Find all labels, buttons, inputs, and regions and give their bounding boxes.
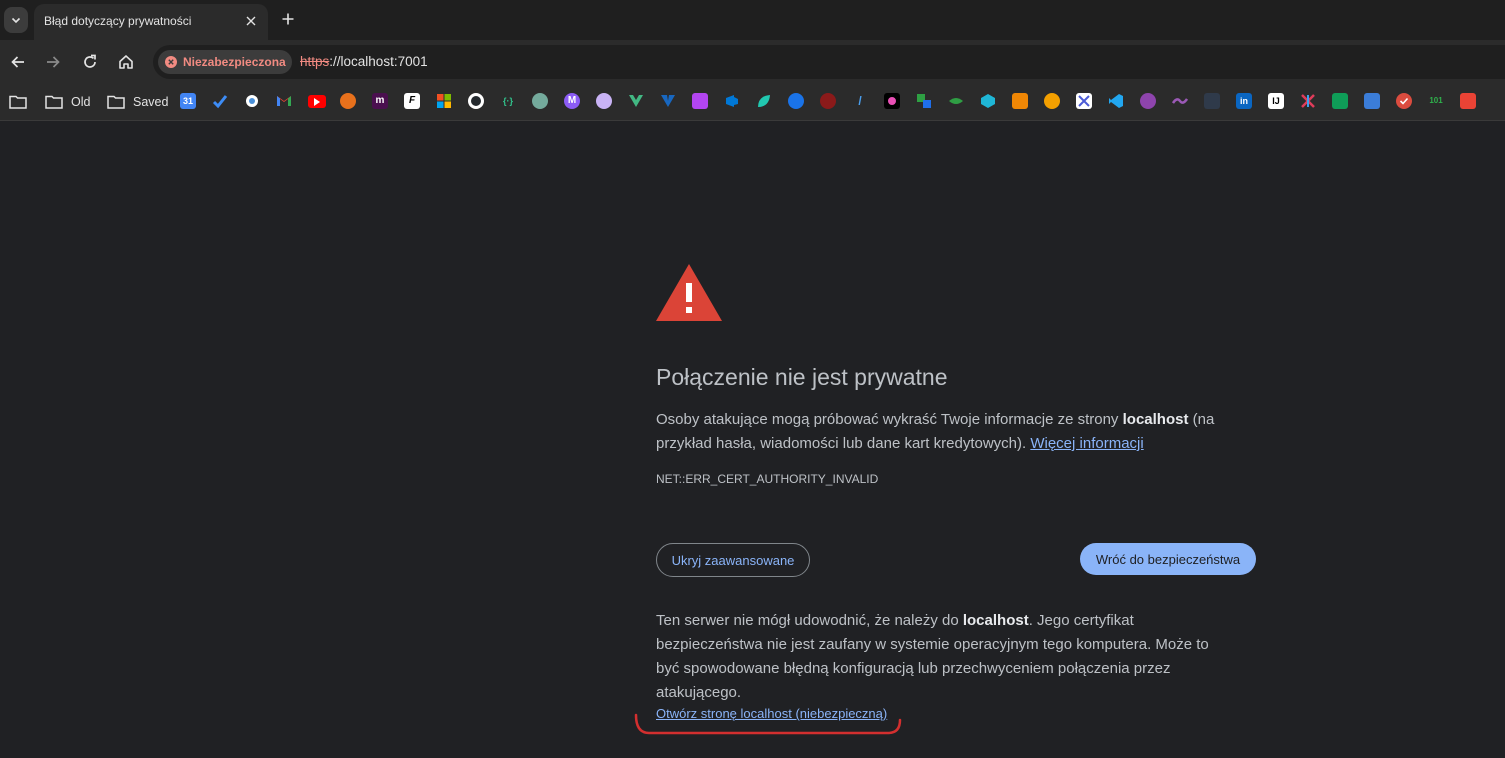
circle-app-icon[interactable]	[244, 93, 260, 109]
address-bar[interactable]: Niezabezpieczona https://localhost:7001	[153, 45, 1505, 79]
attack-warning-text: Osoby atakujące mogą próbować wykraść Tw…	[656, 411, 1215, 452]
google-calendar-icon[interactable]: 31	[180, 93, 196, 109]
arrow-left-icon	[11, 56, 24, 68]
gmail-icon[interactable]	[276, 93, 292, 109]
tab-title: Błąd dotyczący prywatności	[44, 14, 192, 28]
url-text[interactable]: https://localhost:7001	[300, 54, 428, 69]
green-sheet-icon[interactable]	[1332, 93, 1348, 109]
microsoft-icon[interactable]	[436, 93, 452, 109]
phpstorm-icon[interactable]	[692, 93, 708, 109]
blue-circle-icon[interactable]	[788, 93, 804, 109]
leaf-icon[interactable]	[756, 93, 772, 109]
bookmark-folder-old[interactable]: Old	[45, 92, 90, 112]
vscode-icon[interactable]	[1108, 93, 1124, 109]
hide-advanced-button[interactable]: Ukryj zaawansowane	[656, 543, 810, 577]
url-host: ://localhost:7001	[329, 54, 428, 69]
not-secure-icon	[165, 56, 177, 68]
vuetify-icon[interactable]	[660, 93, 676, 109]
folder-icon	[45, 95, 63, 109]
pinwheel-icon[interactable]	[1300, 93, 1316, 109]
bookmark-folder-label: Saved	[133, 95, 169, 109]
m-app-icon[interactable]: m	[372, 93, 388, 109]
back-to-safety-button[interactable]: Wróć do bezpieczeństwa	[1080, 543, 1256, 575]
bookmarks-bar: Old Saved 31 m F {·} M / in IJ 101	[0, 84, 1505, 121]
mastodon-icon[interactable]: M	[564, 93, 580, 109]
details-text: Ten serwer nie mógł udowodnić, że należy…	[656, 612, 1209, 701]
security-chip[interactable]: Niezabezpieczona	[158, 50, 292, 74]
tab-search-button[interactable]	[4, 7, 28, 33]
purple-badge-icon[interactable]	[1140, 93, 1156, 109]
active-tab[interactable]: Błąd dotyczący prywatności	[34, 4, 268, 40]
reload-icon	[84, 54, 96, 68]
red-underline-annotation	[634, 713, 902, 735]
forward-button[interactable]	[39, 48, 67, 76]
tab-strip: Błąd dotyczący prywatności	[0, 0, 1505, 40]
linkedin-icon[interactable]: in	[1236, 93, 1252, 109]
bookmark-folder[interactable]	[9, 92, 35, 112]
teal-cube-icon[interactable]	[980, 93, 996, 109]
learn-more-link[interactable]: Więcej informacji	[1030, 435, 1143, 452]
hostname: localhost	[1122, 411, 1189, 428]
skull-icon[interactable]	[820, 93, 836, 109]
purple-wave-icon[interactable]	[1172, 93, 1188, 109]
bookmark-folder-saved[interactable]: Saved	[107, 92, 168, 112]
chevron-down-icon	[11, 17, 21, 24]
ij-icon[interactable]: IJ	[1268, 93, 1284, 109]
f-app-icon[interactable]: F	[404, 93, 420, 109]
red-check-icon[interactable]	[1396, 93, 1412, 109]
red-doc-icon[interactable]	[1460, 93, 1476, 109]
arrow-right-icon	[47, 56, 60, 68]
home-icon	[119, 55, 133, 69]
plus-icon	[282, 13, 294, 25]
dark-icon[interactable]	[1204, 93, 1220, 109]
warning-icon	[656, 264, 722, 321]
vue-icon[interactable]	[628, 93, 644, 109]
reload-button[interactable]	[76, 48, 104, 76]
green-numbers-icon[interactable]: 101	[1428, 93, 1444, 109]
colorful-star-icon[interactable]	[884, 93, 900, 109]
tools-icon[interactable]	[1076, 93, 1092, 109]
slash-icon[interactable]: /	[852, 93, 868, 109]
azure-devops-icon[interactable]	[724, 93, 740, 109]
page-title: Połączenie nie jest prywatne	[656, 364, 948, 390]
github-icon[interactable]	[468, 93, 484, 109]
green-bird-icon[interactable]	[948, 93, 964, 109]
folder-icon	[9, 95, 27, 109]
tab-close-button[interactable]	[242, 12, 260, 30]
orange-dots-icon[interactable]	[1044, 93, 1060, 109]
security-label: Niezabezpieczona	[183, 55, 286, 69]
url-scheme: https	[300, 54, 330, 69]
basketball-icon[interactable]	[340, 93, 356, 109]
home-button[interactable]	[112, 48, 140, 76]
swirl-icon[interactable]	[596, 93, 612, 109]
hostname: localhost	[962, 612, 1029, 629]
blue-pen-icon[interactable]	[1364, 93, 1380, 109]
chatgpt-icon[interactable]	[532, 93, 548, 109]
youtube-icon[interactable]	[308, 95, 326, 108]
error-code[interactable]: NET::ERR_CERT_AUTHORITY_INVALID	[656, 472, 878, 486]
code-brackets-icon[interactable]: {·}	[500, 93, 516, 109]
close-icon	[246, 16, 256, 26]
green-boxes-icon[interactable]	[916, 93, 932, 109]
checkmark-icon[interactable]	[212, 93, 228, 109]
orange-blocks-icon[interactable]	[1012, 93, 1028, 109]
folder-icon	[107, 95, 125, 109]
bookmark-folder-label: Old	[71, 95, 91, 109]
back-button[interactable]	[4, 48, 32, 76]
toolbar: Niezabezpieczona https://localhost:7001	[0, 40, 1505, 84]
new-tab-button[interactable]	[278, 9, 298, 29]
